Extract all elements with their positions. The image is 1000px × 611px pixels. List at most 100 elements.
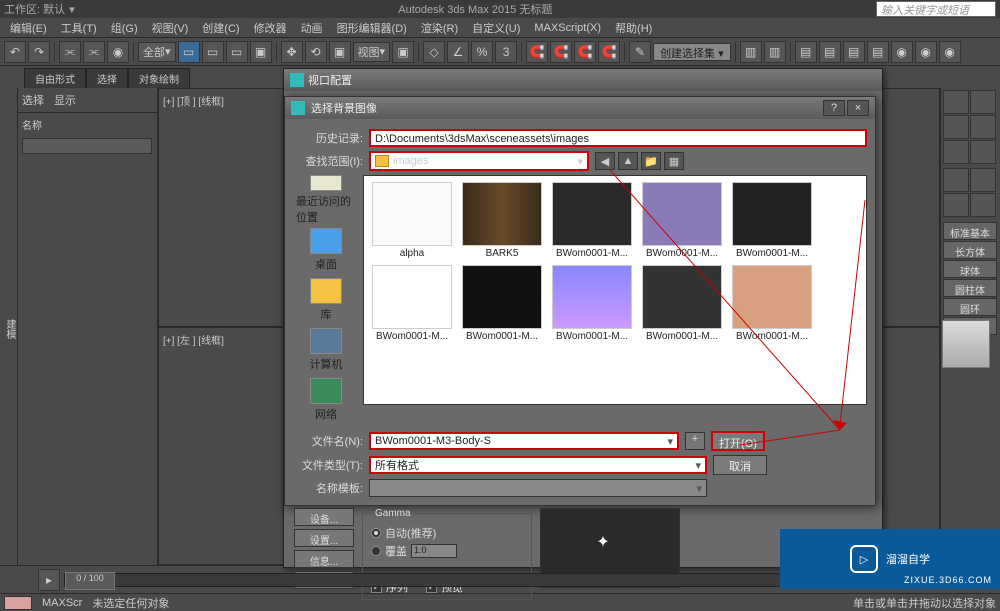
view-menu-button[interactable]: ▦: [664, 152, 684, 170]
layer-button[interactable]: ▤: [795, 41, 817, 63]
file-thumb[interactable]: alpha: [370, 182, 454, 259]
selection-filter-combo[interactable]: 全部 ▾: [138, 42, 176, 62]
filename-input[interactable]: BWom0001-M3-Body-S▾: [369, 432, 679, 450]
named-sel-set-combo[interactable]: 创建选择集 ▾: [653, 43, 731, 61]
render-button[interactable]: ◉: [939, 41, 961, 63]
std-primitives-combo[interactable]: 标准基本: [943, 222, 997, 240]
place-libraries[interactable]: 库: [296, 275, 356, 325]
tab-freeform[interactable]: 自由形式: [24, 68, 86, 88]
graph-button[interactable]: ▤: [819, 41, 841, 63]
devices-button[interactable]: 设备...: [294, 508, 354, 526]
spinner-snap-button[interactable]: 3: [495, 41, 517, 63]
menu-view[interactable]: 视图(V): [146, 18, 195, 38]
up-button[interactable]: ▲: [618, 152, 638, 170]
window-crossing-button[interactable]: ▣: [250, 41, 272, 63]
back-button[interactable]: ◀: [595, 152, 615, 170]
color-swatch[interactable]: [4, 596, 32, 610]
help-button[interactable]: ?: [823, 100, 845, 116]
select-name-button[interactable]: ▭: [202, 41, 224, 63]
gamma-spinner[interactable]: 1.0: [411, 544, 457, 558]
ref-coord-combo[interactable]: 视图 ▾: [353, 42, 391, 62]
place-computer[interactable]: 计算机: [296, 325, 356, 375]
gamma-override-radio[interactable]: [371, 546, 381, 556]
undo-button[interactable]: ↶: [4, 41, 26, 63]
name-template-combo[interactable]: ▾: [369, 479, 707, 497]
close-button[interactable]: ×: [847, 100, 869, 116]
file-thumb[interactable]: BWom0001-M...: [370, 265, 454, 342]
snap-mag-a[interactable]: 🧲: [526, 41, 548, 63]
render-setup-button[interactable]: ◉: [915, 41, 937, 63]
help-search-input[interactable]: 输入关键字或短语: [876, 1, 996, 17]
snap-button[interactable]: ◇: [423, 41, 445, 63]
menu-group[interactable]: 组(G): [105, 18, 144, 38]
sphere-button[interactable]: 球体: [943, 260, 997, 278]
material-editor-button[interactable]: ◉: [891, 41, 913, 63]
file-thumb[interactable]: BWom0001-M...: [460, 265, 544, 342]
align-button[interactable]: ▥: [764, 41, 786, 63]
file-thumb[interactable]: BWom0001-M...: [730, 182, 814, 259]
geometry-icon[interactable]: [943, 168, 969, 192]
history-combo[interactable]: D:\Documents\3dsMax\sceneassets\images: [369, 129, 867, 147]
file-thumb[interactable]: BARK5: [460, 182, 544, 259]
open-button[interactable]: 打开(O): [711, 431, 765, 451]
display-subtab[interactable]: 显示: [54, 92, 76, 108]
curve-editor-button[interactable]: ▤: [843, 41, 865, 63]
file-list[interactable]: alphaBARK5BWom0001-M...BWom0001-M...BWom…: [363, 175, 867, 405]
rotate-button[interactable]: ⟲: [305, 41, 327, 63]
modify-panel-icon[interactable]: [970, 90, 996, 114]
menu-edit[interactable]: 编辑(E): [4, 18, 53, 38]
snap-mag-b[interactable]: 🧲: [550, 41, 572, 63]
viewport-left-label[interactable]: [+] [左 ] [线框]: [163, 332, 224, 347]
select-rect-button[interactable]: ▭: [226, 41, 248, 63]
file-thumb[interactable]: BWom0001-M...: [550, 265, 634, 342]
menu-create[interactable]: 创建(C): [196, 18, 245, 38]
snap-mag-d[interactable]: 🧲: [598, 41, 620, 63]
display-panel-icon[interactable]: [943, 140, 969, 164]
utility-panel-icon[interactable]: [970, 140, 996, 164]
menu-help[interactable]: 帮助(H): [609, 18, 658, 38]
create-panel-icon[interactable]: [943, 90, 969, 114]
box-button[interactable]: 长方体: [943, 241, 997, 259]
place-recent[interactable]: 最近访问的位置: [296, 175, 356, 225]
pivot-button[interactable]: ▣: [392, 41, 414, 63]
gamma-auto-radio[interactable]: [371, 528, 381, 538]
redo-button[interactable]: ↷: [28, 41, 50, 63]
angle-snap-button[interactable]: ∠: [447, 41, 469, 63]
unlink-button[interactable]: ⫘: [83, 41, 105, 63]
torus-button[interactable]: 圆环: [943, 298, 997, 316]
bind-button[interactable]: ◉: [107, 41, 129, 63]
edit-sel-set-button[interactable]: ✎: [629, 41, 651, 63]
select-object-button[interactable]: ▭: [178, 41, 200, 63]
viewport-top-label[interactable]: [+] [顶 ] [线框]: [163, 93, 224, 108]
lights-icon[interactable]: [943, 193, 969, 217]
name-filter-input[interactable]: [22, 138, 152, 154]
motion-panel-icon[interactable]: [970, 115, 996, 139]
file-thumb[interactable]: BWom0001-M...: [640, 265, 724, 342]
time-marker[interactable]: 0 / 100: [65, 572, 115, 590]
snap-mag-c[interactable]: 🧲: [574, 41, 596, 63]
cameras-icon[interactable]: [970, 193, 996, 217]
setup-button[interactable]: 设置...: [294, 529, 354, 547]
menu-render[interactable]: 渲染(R): [415, 18, 464, 38]
filetype-combo[interactable]: 所有格式▾: [369, 456, 707, 474]
select-subtab[interactable]: 选择: [22, 92, 44, 108]
tab-objectpaint[interactable]: 对象绘制: [128, 68, 190, 88]
menu-customize[interactable]: 自定义(U): [466, 18, 526, 38]
move-button[interactable]: ✥: [281, 41, 303, 63]
shapes-icon[interactable]: [970, 168, 996, 192]
menu-modifiers[interactable]: 修改器: [248, 18, 293, 38]
link-button[interactable]: ⫘: [59, 41, 81, 63]
add-file-button[interactable]: +: [685, 432, 705, 450]
new-folder-button[interactable]: 📁: [641, 152, 661, 170]
percent-snap-button[interactable]: %: [471, 41, 493, 63]
file-thumb[interactable]: BWom0001-M...: [640, 182, 724, 259]
menu-animation[interactable]: 动画: [295, 18, 329, 38]
time-tag-button[interactable]: ▸: [38, 569, 60, 591]
info-button[interactable]: 信息...: [294, 550, 354, 568]
menu-tools[interactable]: 工具(T): [55, 18, 103, 38]
mirror-button[interactable]: ▥: [740, 41, 762, 63]
scale-button[interactable]: ▣: [329, 41, 351, 63]
place-network[interactable]: 网络: [296, 375, 356, 425]
cancel-button[interactable]: 取消: [713, 455, 767, 475]
viewcube[interactable]: [942, 320, 990, 368]
